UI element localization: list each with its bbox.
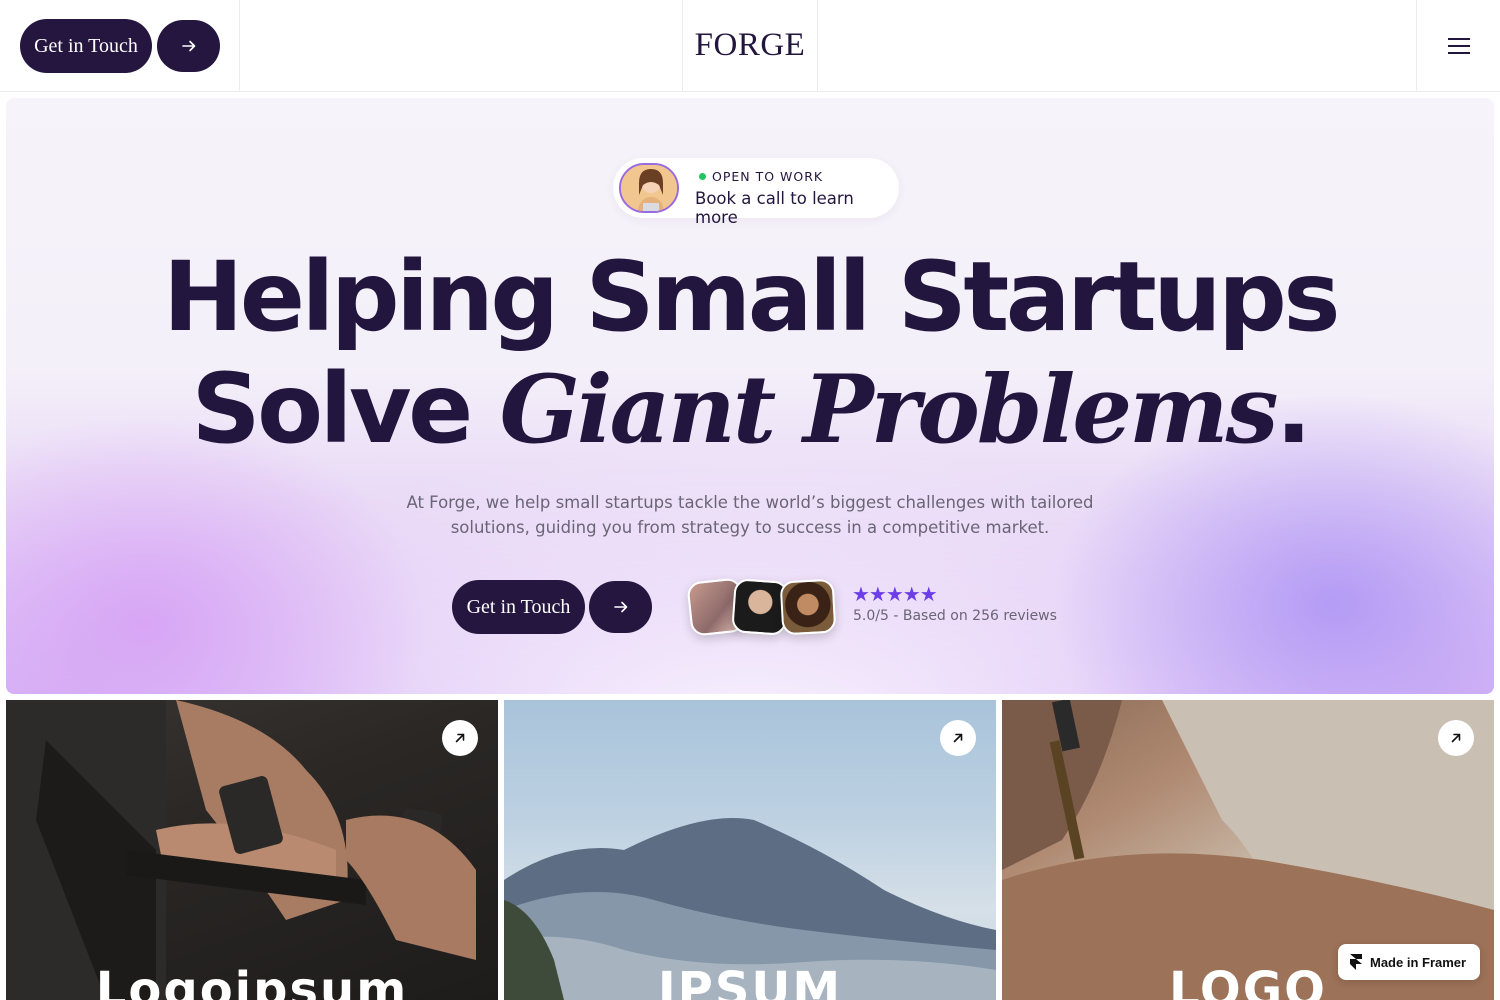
project-card-2[interactable]: IPSUM	[504, 700, 996, 1000]
headline-regular: Solve	[191, 353, 500, 465]
framer-badge-label: Made in Framer	[1370, 954, 1467, 970]
hero-section: OPEN TO WORK Book a call to learn more H…	[6, 98, 1494, 694]
card-open-button[interactable]	[442, 720, 478, 756]
client-logo: Logoipsum	[95, 962, 409, 1000]
nav-arrow-button[interactable]	[157, 20, 220, 72]
arrow-up-right-icon	[953, 733, 963, 743]
hero-get-in-touch-button[interactable]: Get in Touch	[452, 580, 585, 634]
arrow-up-right-icon	[1451, 733, 1461, 743]
nav-get-in-touch-button[interactable]: Get in Touch	[20, 19, 152, 73]
top-nav: Get in Touch FORGE	[0, 0, 1500, 92]
arrow-up-right-icon	[455, 733, 465, 743]
hero-cta-label: Get in Touch	[466, 595, 571, 618]
rating-stars: ★★★★★	[852, 584, 938, 606]
nav-cta-label: Get in Touch	[34, 34, 138, 57]
framer-logo-icon	[1350, 954, 1362, 970]
avatar-illustration-icon	[621, 165, 677, 211]
menu-button[interactable]	[1416, 0, 1500, 91]
gym-photo	[6, 700, 476, 1000]
hamburger-menu-icon	[1447, 33, 1470, 59]
rating-text: 5.0/5 - Based on 256 reviews	[853, 608, 1057, 624]
reviewer-avatars	[686, 577, 837, 637]
status-label: OPEN TO WORK	[712, 169, 824, 184]
book-call-link[interactable]: Book a call to learn more	[695, 189, 899, 227]
card-open-button[interactable]	[1438, 720, 1474, 756]
logo-cell[interactable]: FORGE	[682, 0, 818, 91]
headline-line-1: Helping Small Startups	[163, 241, 1340, 353]
hero-arrow-button[interactable]	[589, 581, 652, 633]
status-dot	[699, 173, 706, 180]
arrow-right-icon	[181, 40, 195, 52]
made-in-framer-badge[interactable]: Made in Framer	[1338, 944, 1480, 980]
avatar	[619, 163, 679, 213]
card-open-button[interactable]	[940, 720, 976, 756]
site-logo[interactable]: FORGE	[695, 27, 806, 64]
hero-subtext: At Forge, we help small startups tackle …	[406, 493, 1094, 537]
project-card-1[interactable]: Logoipsum	[6, 700, 498, 1000]
mountain-photo	[504, 818, 996, 1000]
headline-period: .	[1275, 353, 1312, 465]
reviewer-avatar-3	[779, 578, 837, 636]
status-badge: OPEN TO WORK	[699, 169, 823, 184]
arrow-right-icon	[613, 601, 627, 613]
client-logo: IPSUM	[657, 962, 843, 1000]
headline-line-2: Solve Giant Problems.	[6, 354, 1494, 465]
headline-italic: Giant Problems	[499, 355, 1279, 465]
nav-left-cell: Get in Touch	[0, 0, 240, 91]
open-to-work-card[interactable]: OPEN TO WORK Book a call to learn more	[613, 158, 899, 227]
